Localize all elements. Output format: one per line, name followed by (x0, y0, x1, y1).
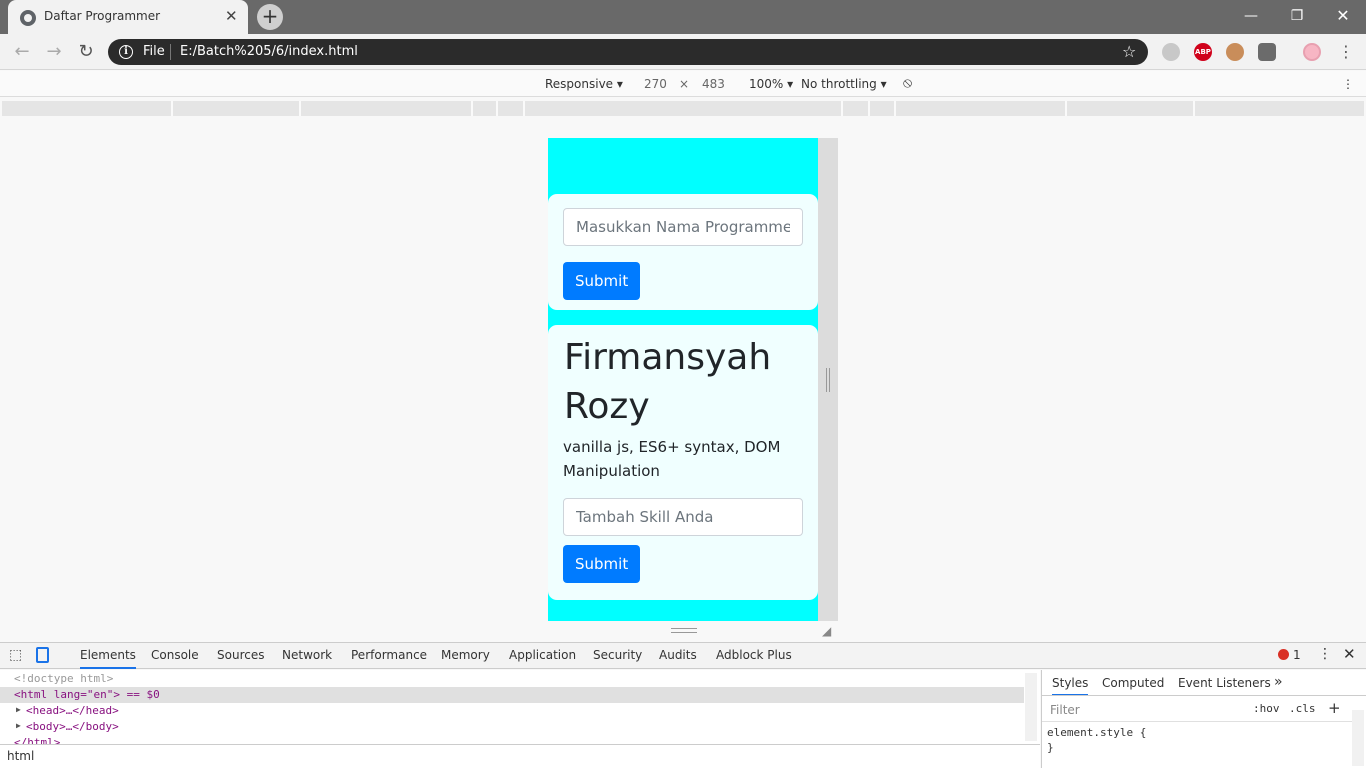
hov-toggle[interactable]: :hov (1253, 702, 1280, 715)
cls-toggle[interactable]: .cls (1289, 702, 1316, 715)
globe-icon (20, 10, 36, 26)
media-divider (894, 101, 896, 116)
resize-corner-icon[interactable]: ◢ (822, 624, 831, 638)
media-divider (523, 101, 525, 116)
height-input[interactable]: 483 (702, 77, 725, 91)
breadcrumb-bar: html (0, 744, 1040, 768)
doctype-line: <!doctype html> (14, 672, 114, 685)
divider (170, 44, 171, 60)
programmer-card: Firmansyah Rozy vanilla js, ES6+ syntax,… (548, 325, 818, 600)
new-style-rule-button[interactable]: + (1328, 699, 1341, 717)
tab-performance[interactable]: Performance (351, 648, 427, 662)
styles-pane: Styles Computed Event Listeners » Filter… (1041, 670, 1366, 768)
more-tabs-icon[interactable]: » (1274, 674, 1283, 690)
back-icon[interactable]: ← (12, 42, 32, 62)
styles-scrollbar[interactable] (1352, 710, 1364, 766)
inspect-icon[interactable]: ⬚ (9, 647, 22, 663)
device-select[interactable]: Responsive ▾ (545, 77, 623, 91)
device-mode-icon[interactable] (36, 647, 49, 663)
reload-icon[interactable]: ↻ (76, 42, 96, 62)
tab-audits[interactable]: Audits (659, 648, 697, 662)
tab-elements[interactable]: Elements (80, 648, 136, 669)
element-style-selector[interactable]: element.style { (1047, 726, 1146, 739)
zoom-select[interactable]: 100% ▾ (749, 77, 793, 91)
tab-styles[interactable]: Styles (1052, 676, 1089, 696)
rotate-icon[interactable]: ⦸ (903, 75, 912, 91)
url-text[interactable]: E:/Batch%205/6/index.html (180, 44, 358, 59)
extension-globe-icon[interactable] (1162, 43, 1180, 61)
tab-memory[interactable]: Memory (441, 648, 490, 662)
expand-triangle-icon[interactable]: ▶ (16, 705, 21, 714)
forward-icon[interactable]: → (44, 42, 64, 62)
error-icon[interactable] (1278, 649, 1289, 660)
throttling-label: No throttling (801, 77, 877, 91)
expand-triangle-icon[interactable]: ▶ (16, 721, 21, 730)
devtools-close-icon[interactable]: ✕ (1343, 645, 1356, 663)
page-viewport: Submit Firmansyah Rozy vanilla js, ES6+ … (548, 138, 818, 621)
resize-handle-bottom[interactable] (671, 628, 697, 633)
programmer-form-card: Submit (548, 194, 818, 310)
dimension-separator: × (679, 77, 690, 91)
head-node[interactable]: <head>…</head> (26, 704, 119, 717)
adblock-icon[interactable]: ABP (1194, 43, 1212, 61)
elements-scrollbar[interactable] (1025, 673, 1037, 741)
programmer-name: Firmansyah Rozy (564, 337, 772, 427)
resize-handle-right[interactable] (826, 368, 830, 392)
programmer-skills: vanilla js, ES6+ syntax, DOM Manipulatio… (563, 438, 781, 480)
media-divider (496, 101, 498, 116)
element-style-close: } (1047, 741, 1054, 754)
media-divider (171, 101, 173, 116)
media-query-bar[interactable] (2, 101, 1364, 116)
tab-security[interactable]: Security (593, 648, 642, 662)
close-icon[interactable]: ✕ (225, 7, 238, 25)
add-skill-submit-button[interactable]: Submit (563, 545, 641, 583)
media-divider (868, 101, 870, 116)
divider (1042, 695, 1366, 696)
device-more-icon[interactable]: ⋮ (1342, 77, 1354, 91)
divider (1042, 721, 1352, 722)
tab-application[interactable]: Application (509, 648, 576, 662)
skill-input[interactable] (563, 498, 803, 536)
tab-title: Daftar Programmer (44, 9, 161, 23)
elements-panel: <!doctype html> <html lang="en"> == $0 <… (0, 670, 1040, 749)
minimize-icon[interactable]: — (1236, 5, 1266, 27)
scheme-label: File (143, 44, 165, 59)
device-label: Responsive (545, 77, 614, 91)
avatar[interactable] (1303, 43, 1321, 61)
media-divider (1065, 101, 1067, 116)
tab-adblock-plus[interactable]: Adblock Plus (716, 648, 792, 662)
tab-event-listeners[interactable]: Event Listeners (1178, 676, 1271, 690)
width-input[interactable]: 270 (644, 77, 667, 91)
media-divider (1193, 101, 1195, 116)
html-node[interactable]: <html lang="en"> == $0 (14, 688, 160, 701)
devtools-menu-icon[interactable]: ⋮ (1318, 646, 1332, 662)
zoom-label: 100% (749, 77, 784, 91)
error-count[interactable]: 1 (1293, 648, 1301, 662)
tab-console[interactable]: Console (151, 648, 199, 662)
breadcrumb[interactable]: html (7, 749, 34, 763)
extension-chat-icon[interactable] (1258, 43, 1276, 61)
star-icon[interactable]: ☆ (1122, 42, 1136, 61)
throttling-select[interactable]: No throttling ▾ (801, 77, 887, 91)
submit-button[interactable]: Submit (563, 262, 641, 300)
media-divider (471, 101, 473, 116)
body-node[interactable]: <body>…</body> (26, 720, 119, 733)
window-close-icon[interactable]: ✕ (1328, 5, 1358, 27)
media-divider (841, 101, 843, 116)
restore-icon[interactable]: ❐ (1282, 5, 1312, 27)
menu-icon[interactable]: ⋮ (1336, 42, 1356, 62)
tab-sources[interactable]: Sources (217, 648, 264, 662)
tab-network[interactable]: Network (282, 648, 332, 662)
new-tab-button[interactable]: + (257, 4, 283, 30)
info-icon[interactable]: i (119, 45, 133, 59)
extension-monkey-icon[interactable] (1226, 43, 1244, 61)
programmer-name-input[interactable] (563, 208, 803, 246)
browser-tab[interactable]: Daftar Programmer ✕ (8, 0, 248, 34)
filter-input[interactable]: Filter (1050, 703, 1080, 717)
media-divider (299, 101, 301, 116)
tab-computed[interactable]: Computed (1102, 676, 1164, 690)
